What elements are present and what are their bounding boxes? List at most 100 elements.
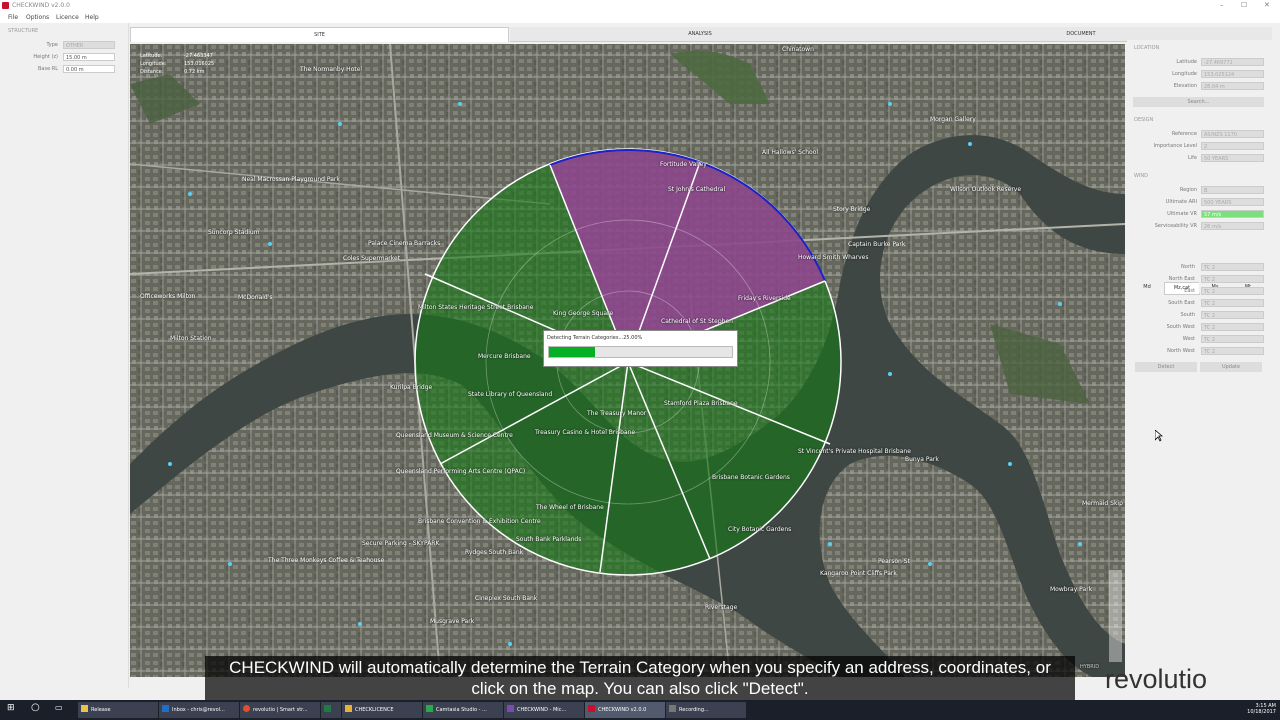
map-label: Cineplex South Bank [475,595,538,602]
direction-label: North [1181,264,1195,270]
direction-label: South [1180,312,1195,318]
map-label: Fortitude Valley [660,161,707,168]
direction-select[interactable]: TC 2 [1201,275,1264,283]
taskbar-item-camtasia[interactable]: Camtasia Studio - ... [423,702,503,718]
location-heading: LOCATION [1134,45,1160,51]
importance-level-select[interactable]: 2 [1201,142,1264,150]
menu-help[interactable]: Help [85,14,99,21]
map-label: South Bank Parklands [516,536,582,543]
zoom-slider[interactable] [1109,570,1122,662]
type-label: Type [46,42,58,48]
menu-licence[interactable]: Licence [56,14,79,21]
search-icon[interactable]: ○ [31,702,40,713]
map-label: Mowbray Park [1050,586,1093,593]
checkwind-icon [588,705,595,712]
video-caption: CHECKWIND will automatically determine t… [205,656,1075,700]
direction-select[interactable]: TC 2 [1201,299,1264,307]
map-label: State Library of Queensland [468,391,553,398]
maximize-button[interactable]: ☐ [1241,1,1247,9]
ultimate-vr-value: 57 m/s [1201,210,1264,218]
taskbar-label: Inbox - chris@revol... [172,707,225,713]
latitude-input[interactable]: -27.469771 [1201,58,1264,66]
life-select[interactable]: 50 YEARS [1201,154,1264,162]
map-view[interactable]: Latitude: -27.463347 Longitude: 153.0160… [130,44,1125,677]
map-label: Pearson St [878,558,910,565]
map-label: Milton States Heritage Street Brisbane [418,304,534,311]
direction-select[interactable]: TC 2 [1201,263,1264,271]
ultimate-ari-select[interactable]: 500 YEARS [1201,198,1264,206]
map-label: Treasury Casino & Hotel Brisbane [535,429,636,436]
direction-select[interactable]: TC 2 [1201,323,1264,331]
outlook-icon [162,705,169,712]
start-icon[interactable]: ⊞ [7,703,15,713]
search-button[interactable]: Search... [1133,97,1264,107]
taskbar-item-outlook[interactable]: Inbox - chris@revol... [159,702,239,718]
map-label: Musgrave Park [430,618,475,625]
taskbar-item-browser[interactable]: revolutio | Smart str... [240,702,320,718]
region-select[interactable]: B [1201,186,1264,194]
menu-file[interactable]: File [8,14,18,21]
direction-select[interactable]: TC 2 [1201,347,1264,355]
ultimate-ari-label: Ultimate ARI [1165,199,1197,205]
task-view-icon[interactable]: ▭ [55,703,63,712]
taskbar-label: revolutio | Smart str... [253,707,308,713]
taskbar-item-checklicence[interactable]: CHECKLICENCE [342,702,422,718]
taskbar-item-visual-studio[interactable]: CHECKWIND - Mic... [504,702,584,718]
tab-analysis[interactable]: ANALYSIS [510,27,890,42]
taskbar-label: Camtasia Studio - ... [436,707,487,713]
tab-site[interactable]: SITE [130,27,509,42]
update-button[interactable]: Update [1200,362,1262,372]
map-label: All Hallows' School [762,149,819,156]
map-label: Brisbane Botanic Gardens [712,474,790,481]
menu-options[interactable]: Options [26,14,49,21]
system-clock[interactable]: 3:15 AM 10/18/2017 [1247,703,1276,715]
map-label: Officeworks Milton [140,293,196,300]
excel-icon [324,705,331,712]
map-label: Mercure Brisbane [478,353,531,360]
mouse-cursor-icon [1155,430,1163,442]
map-label: The Treasury Manor [587,410,647,417]
direction-label: North West [1167,348,1195,354]
recording-icon [669,705,676,712]
latitude-readout: -27.463347 [184,53,213,59]
map-label: Chinatown [782,46,814,53]
reference-label: Reference [1171,131,1197,137]
taskbar-item-checkwind[interactable]: CHECKWIND v2.0.0 [585,702,665,718]
detect-button[interactable]: Detect [1135,362,1197,372]
taskbar-item-recording[interactable]: Recording... [666,702,746,718]
caption-line: CHECKWIND will automatically determine t… [229,658,1051,677]
direction-label: South West [1166,324,1195,330]
clock-date: 10/18/2017 [1247,709,1276,715]
direction-select[interactable]: TC 2 [1201,311,1264,319]
hybrid-toggle[interactable]: HYBRID [1080,664,1099,670]
map-label: Mermaid Skip [1082,500,1123,507]
longitude-input[interactable]: 153.025124 [1201,70,1264,78]
minimize-button[interactable]: – [1220,1,1224,9]
taskbar-item-excel[interactable] [321,702,341,718]
elevation-input[interactable]: 28.04 m [1201,82,1264,90]
design-heading: DESIGN [1134,117,1154,123]
map-label: Friday's Riverside [738,295,791,302]
direction-label: South East [1168,300,1195,306]
map-label: Bunya Park [905,456,939,463]
settings-panel: LOCATION Latitude -27.469771 Longitude 1… [1127,40,1272,688]
direction-select[interactable]: TC 2 [1201,335,1264,343]
progress-bar [548,346,733,358]
app-icon [2,2,9,9]
close-button[interactable]: ✕ [1264,1,1270,9]
base-rl-input[interactable]: 0.00 m [63,65,115,73]
direction-select[interactable]: TC 2 [1201,287,1264,295]
direction-label: North East [1168,276,1195,282]
chrome-icon [243,705,250,712]
direction-label: East [1184,288,1195,294]
reference-select[interactable]: AS/NZS 1170 [1201,130,1264,138]
serviceability-vr-label: Serviceability VR [1154,223,1197,229]
taskbar-item-release[interactable]: Release [78,702,158,718]
life-label: Life [1187,155,1197,161]
map-label: Kurilpa Bridge [390,384,433,391]
type-select[interactable]: OTHER [63,41,115,49]
taskbar-label: Release [91,707,111,713]
region-label: Region [1179,187,1197,193]
height-input[interactable]: 15.00 m [63,53,115,61]
map-label: City Botanic Gardens [728,526,792,533]
